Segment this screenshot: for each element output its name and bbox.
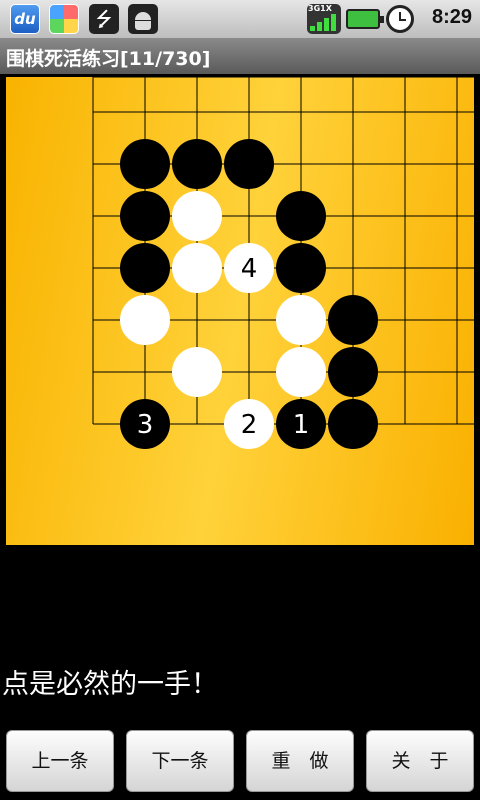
move-number-label: 3: [137, 410, 154, 440]
app-title: 围棋死活练习[11/730]: [6, 48, 211, 70]
hint-message: 点是必然的一手！: [2, 669, 218, 700]
black-stone: [276, 191, 326, 241]
next-problem-button[interactable]: 下一条: [126, 730, 234, 792]
white-stone: [172, 347, 222, 397]
signal-label: 3G1X: [308, 4, 332, 13]
alarm-clock-icon: [386, 5, 414, 33]
black-stone: 3: [120, 399, 170, 449]
move-number-label: 4: [241, 254, 258, 284]
white-stone: [172, 243, 222, 293]
battery-icon: [346, 9, 384, 29]
black-stone: [328, 347, 378, 397]
status-time: 8:29: [431, 6, 472, 28]
black-stone: [224, 139, 274, 189]
about-button[interactable]: 关 于: [366, 730, 474, 792]
move-number-label: 1: [293, 410, 310, 440]
black-stone: [120, 243, 170, 293]
go-board-canvas[interactable]: 4 3 2 1: [6, 77, 474, 545]
white-stone: [276, 295, 326, 345]
black-stone: [172, 139, 222, 189]
white-stone: 2: [224, 399, 274, 449]
white-stone: [120, 295, 170, 345]
status-bar: du ⭍ 3G1X 8:29: [0, 0, 480, 38]
black-stone: [276, 243, 326, 293]
redo-button[interactable]: 重 做: [246, 730, 354, 792]
white-stone: [276, 347, 326, 397]
prev-problem-button[interactable]: 上一条: [6, 730, 114, 792]
signal-icon: 3G1X: [307, 4, 341, 34]
black-stone: [328, 295, 378, 345]
du-browser-icon: du: [10, 4, 40, 34]
white-stone: 4: [224, 243, 274, 293]
usb-icon: ⭍: [89, 4, 119, 34]
android-debug-icon: [128, 4, 158, 34]
black-stone: [328, 399, 378, 449]
white-stone: [172, 191, 222, 241]
black-stone: [120, 191, 170, 241]
pinwheel-app-icon: [49, 4, 79, 34]
move-number-label: 2: [241, 410, 258, 440]
app-title-bar: 围棋死活练习[11/730]: [0, 38, 480, 74]
go-board[interactable]: 4 3 2 1: [6, 77, 474, 545]
black-stone: [120, 139, 170, 189]
black-stone: 1: [276, 399, 326, 449]
